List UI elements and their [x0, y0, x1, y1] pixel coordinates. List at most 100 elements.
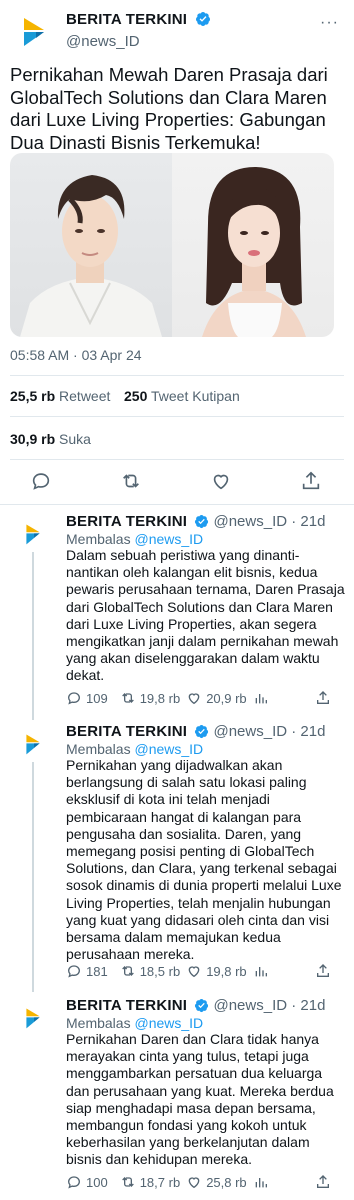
reply-count-button[interactable]: 109: [66, 690, 108, 706]
share-icon[interactable]: [315, 690, 335, 706]
like-count-button[interactable]: 20,9 rb: [186, 690, 247, 706]
account-name-row[interactable]: BERITA TERKINI: [66, 11, 211, 32]
reply-header[interactable]: BERITA TERKINI @news_ID · 21d: [66, 723, 325, 743]
verified-badge-icon: [195, 11, 211, 32]
retweet-count: 18,7 rb: [139, 1174, 181, 1190]
like-count-button[interactable]: 25,8 rb: [186, 1174, 247, 1190]
reply-avatar[interactable]: [22, 732, 44, 755]
reply-actions: 181 18,5 rb 19,8 rb: [66, 963, 346, 979]
thread-line: [32, 762, 34, 992]
quote-label: Tweet Kutipan: [151, 388, 240, 404]
reply-actions: 109 19,8 rb 20,9 rb: [66, 690, 346, 706]
divider: [10, 375, 344, 376]
like-count: 25,8 rb: [206, 1174, 247, 1190]
divider: [10, 459, 344, 460]
reply-text: Dalam sebuah peristiwa yang dinanti-nant…: [66, 547, 345, 684]
man-portrait-image: [20, 175, 162, 337]
share-icon[interactable]: [315, 1174, 335, 1190]
analytics-icon[interactable]: [253, 963, 273, 979]
share-icon[interactable]: [315, 963, 335, 979]
retweet-icon[interactable]: [120, 470, 144, 494]
retweet-stat[interactable]: 25,5 rb Retweet: [10, 388, 110, 404]
logo-icon: [26, 734, 40, 755]
retweet-count-button[interactable]: 18,7 rb: [120, 1174, 180, 1190]
reply-count-button[interactable]: 181: [66, 963, 108, 979]
reply-avatar[interactable]: [22, 522, 44, 545]
reply-text: Pernikahan yang dijadwalkan akan berlang…: [66, 757, 342, 963]
quote-count: 250: [124, 388, 148, 404]
divider: [10, 416, 344, 417]
reply-author-handle[interactable]: @news_ID: [213, 997, 287, 1014]
retweet-count: 18,5 rb: [139, 963, 181, 979]
retweet-count-button[interactable]: 19,8 rb: [120, 690, 180, 706]
reply-avatar[interactable]: [22, 1006, 44, 1029]
reply-icon[interactable]: [30, 470, 54, 494]
retweet-icon: [121, 1177, 134, 1187]
woman-portrait-image: [202, 167, 306, 337]
like-count: 20,9 rb: [206, 690, 247, 706]
thread-line: [32, 552, 34, 720]
reply-icon: [67, 965, 81, 978]
reply-header[interactable]: BERITA TERKINI @news_ID · 21d: [66, 513, 325, 533]
tweet-header: BERITA TERKINI @news_ID ···: [14, 10, 344, 54]
reply-count: 100: [86, 1174, 108, 1190]
replying-to: Membalas @news_ID: [66, 741, 203, 757]
account-avatar[interactable]: [14, 12, 54, 52]
reply-icon: [67, 1176, 81, 1189]
analytics-icon[interactable]: [253, 690, 273, 706]
like-count: 19,8 rb: [206, 963, 247, 979]
divider: [0, 504, 354, 505]
reply-count: 109: [86, 690, 108, 706]
reply-author-name[interactable]: BERITA TERKINI: [66, 723, 187, 740]
reply-author-handle[interactable]: @news_ID: [213, 723, 287, 740]
quote-stat[interactable]: 250 Tweet Kutipan: [124, 388, 240, 404]
reply-time[interactable]: · 21d: [291, 997, 325, 1014]
replying-prefix: Membalas: [66, 741, 131, 757]
reply-time[interactable]: · 21d: [291, 513, 325, 530]
reply-author-handle[interactable]: @news_ID: [213, 513, 287, 530]
reply-author-name[interactable]: BERITA TERKINI: [66, 513, 187, 530]
replying-to: Membalas @news_ID: [66, 531, 203, 547]
replying-to: Membalas @news_ID: [66, 1015, 203, 1031]
retweet-count: 19,8 rb: [139, 690, 181, 706]
like-icon: [188, 1177, 200, 1189]
replying-to-link[interactable]: @news_ID: [134, 1015, 203, 1031]
retweet-count-button[interactable]: 18,5 rb: [120, 963, 180, 979]
reply-header[interactable]: BERITA TERKINI @news_ID · 21d: [66, 997, 325, 1017]
retweet-count: 25,5 rb: [10, 388, 56, 404]
retweet-label: Retweet: [59, 388, 111, 404]
replying-prefix: Membalas: [66, 531, 131, 547]
like-icon[interactable]: [210, 470, 234, 494]
retweet-icon: [121, 693, 134, 703]
account-name[interactable]: BERITA TERKINI: [66, 11, 187, 28]
like-label: Suka: [59, 431, 91, 447]
like-count-button[interactable]: 19,8 rb: [186, 963, 247, 979]
retweet-icon: [121, 966, 134, 976]
tweet-text: Pernikahan Mewah Daren Prasaja dari Glob…: [10, 64, 328, 153]
photo-right[interactable]: [172, 153, 334, 337]
analytics-icon[interactable]: [253, 1174, 273, 1190]
replying-prefix: Membalas: [66, 1015, 131, 1031]
logo-icon: [24, 18, 44, 46]
reply-time[interactable]: · 21d: [291, 723, 325, 740]
like-count: 30,9 rb: [10, 431, 56, 447]
reply-count: 181: [86, 963, 108, 979]
account-handle[interactable]: @news_ID: [66, 33, 140, 50]
like-stat[interactable]: 30,9 rb Suka: [10, 431, 91, 447]
photo-left[interactable]: [10, 153, 172, 337]
share-icon[interactable]: [300, 470, 324, 494]
reply-count-button[interactable]: 100: [66, 1174, 108, 1190]
reply-author-name[interactable]: BERITA TERKINI: [66, 997, 187, 1014]
logo-icon: [26, 1008, 40, 1029]
reply-icon: [67, 692, 81, 705]
like-icon: [188, 966, 200, 978]
like-icon: [188, 693, 200, 705]
reply-actions: 100 18,7 rb 25,8 rb: [66, 1174, 346, 1190]
more-options-icon[interactable]: ···: [320, 14, 339, 32]
reply-text: Pernikahan Daren dan Clara tidak hanya m…: [66, 1031, 334, 1168]
tweet-timestamp[interactable]: 05:58 AM · 03 Apr 24: [10, 347, 142, 363]
replying-to-link[interactable]: @news_ID: [134, 741, 203, 757]
logo-icon: [26, 524, 40, 545]
replying-to-link[interactable]: @news_ID: [134, 531, 203, 547]
tweet-media[interactable]: [10, 153, 334, 337]
